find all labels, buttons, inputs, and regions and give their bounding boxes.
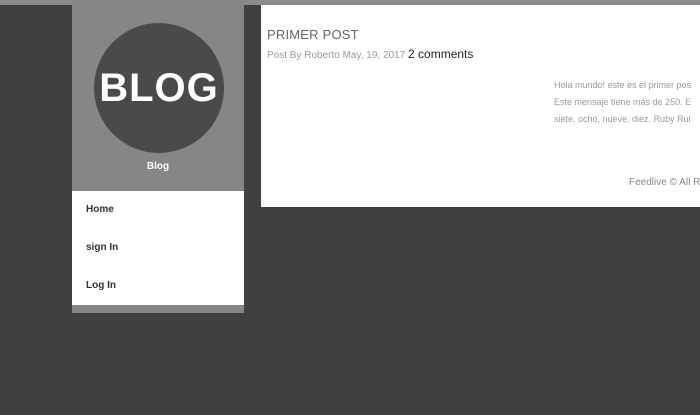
blog-name: Blog (146, 161, 170, 172)
footer-copyright: Feedlive © All Ri (629, 177, 700, 188)
post-author-date: Post By Roberto May, 19, 2017 (267, 50, 406, 61)
post-meta: Post By Roberto May, 19, 2017 2 comments (267, 47, 473, 61)
logo-text: BLOG (99, 65, 219, 110)
post-body-line: Este mensaje tiene más de 250. E (554, 97, 692, 107)
post-body: Hola mundo! este es el primer pos Este m… (554, 77, 700, 128)
post-body-line: Hola mundo! este es el primer pos (554, 80, 692, 90)
post-card: PRIMER POST Post By Roberto May, 19, 201… (261, 5, 700, 207)
post-title: PRIMER POST (267, 27, 359, 42)
nav-item-sign-in[interactable]: sign In (72, 229, 244, 267)
blog-logo[interactable]: BLOG (94, 23, 224, 153)
sidebar-nav: Home sign In Log In (72, 191, 244, 305)
sidebar-header: BLOG Blog (72, 0, 244, 191)
sidebar: BLOG Blog Home sign In Log In (72, 0, 244, 313)
nav-item-log-in[interactable]: Log In (72, 267, 244, 305)
nav-item-home[interactable]: Home (72, 191, 244, 229)
post-body-line: siete, ocho, nueve, diez. Ruby Rul (554, 114, 691, 124)
comments-link[interactable]: 2 comments (408, 47, 473, 61)
